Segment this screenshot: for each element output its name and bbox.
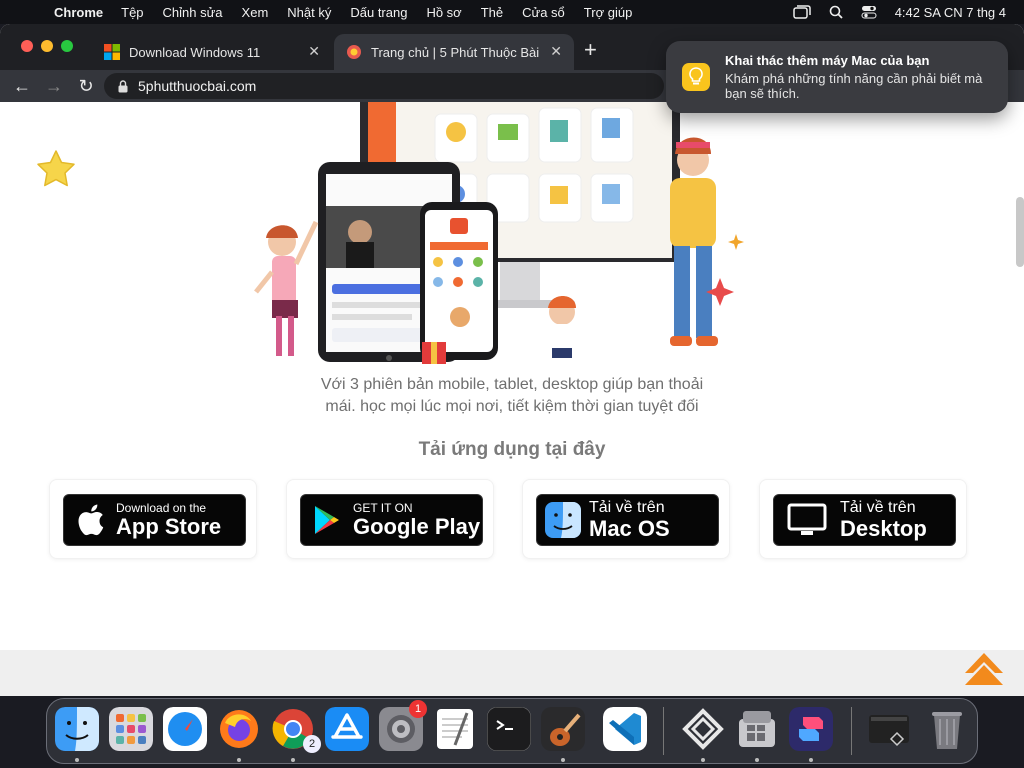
- windows-logo-icon: [104, 44, 120, 60]
- trash-icon[interactable]: [925, 707, 969, 751]
- safari-icon[interactable]: [163, 707, 207, 751]
- google-play-button[interactable]: GET IT ON Google Play: [300, 494, 483, 546]
- macos-menu-bar: Chrome Tệp Chỉnh sửa Xem Nhật ký Dấu tra…: [0, 0, 1024, 24]
- tab-title: Download Windows 11: [129, 44, 261, 60]
- spotlight-search-icon[interactable]: [829, 5, 843, 19]
- address-bar[interactable]: 5phutthuocbai.com: [104, 73, 664, 99]
- google-play-big-text: Google Play: [353, 513, 481, 539]
- running-indicator: [561, 758, 565, 762]
- web-page[interactable]: Với 3 phiên bản mobile, tablet, desktop …: [0, 102, 1024, 696]
- chrome-app[interactable]: 2: [271, 707, 321, 753]
- chrome-profile-badge: 2: [303, 735, 321, 753]
- close-window-button[interactable]: [21, 40, 33, 52]
- desktop-big-text: Desktop: [840, 516, 927, 541]
- mac-os-button[interactable]: Tải về trên Mac OS: [536, 494, 719, 546]
- download-heading: Tải ứng dụng tại đây: [418, 439, 606, 460]
- url-text: 5phutthuocbai.com: [138, 78, 257, 94]
- minimize-window-button[interactable]: [41, 40, 53, 52]
- menu-view[interactable]: Xem: [242, 5, 269, 20]
- system-settings-app[interactable]: 1: [379, 700, 427, 751]
- notification-body: Khám phá những tính năng cần phải biết m…: [725, 71, 983, 101]
- app-store-button[interactable]: Download on the App Store: [63, 494, 246, 546]
- window-controls: [21, 40, 73, 52]
- close-tab-icon[interactable]: ✕: [550, 43, 562, 60]
- star-decoration-icon: [37, 150, 75, 187]
- app-store-icon[interactable]: [325, 707, 369, 751]
- running-indicator: [755, 758, 759, 762]
- mac-os-small-text: Tải về trên: [589, 499, 665, 516]
- running-indicator: [809, 758, 813, 762]
- new-tab-button[interactable]: +: [584, 37, 597, 63]
- page-scrollbar[interactable]: [1016, 197, 1024, 267]
- tab-download-windows[interactable]: Download Windows 11 ✕: [92, 34, 332, 70]
- macos-notification[interactable]: Khai thác thêm máy Mac của bạn Khám phá …: [666, 41, 1008, 113]
- close-tab-icon[interactable]: ✕: [308, 43, 320, 60]
- running-indicator: [701, 758, 705, 762]
- lock-icon[interactable]: [118, 79, 128, 93]
- desktop-button[interactable]: Tải về trên Desktop: [773, 494, 956, 546]
- back-arrow-icon[interactable]: ←: [6, 76, 38, 97]
- monitor-icon: [774, 503, 840, 537]
- firefox-icon[interactable]: [217, 707, 261, 751]
- mac-os-big-text: Mac OS: [589, 516, 670, 541]
- hero-tagline: Với 3 phiên bản mobile, tablet, desktop …: [0, 374, 1024, 418]
- shortcuts-icon[interactable]: [789, 707, 833, 751]
- chrome-window: Download Windows 11 ✕ Trang chủ | 5 Phút…: [0, 24, 1024, 696]
- download-card-desktop: Tải về trên Desktop: [759, 479, 967, 559]
- dock-separator: [851, 707, 852, 755]
- boot-camp-icon[interactable]: [735, 707, 779, 751]
- tagline-line-1: Với 3 phiên bản mobile, tablet, desktop …: [320, 376, 704, 393]
- finder-icon: [537, 501, 589, 539]
- running-indicator: [75, 758, 79, 762]
- menu-bar-clock[interactable]: 4:42 SA CN 7 thg 4: [895, 5, 1006, 20]
- launchpad-icon[interactable]: [109, 707, 153, 751]
- menu-app-name[interactable]: Chrome: [54, 5, 103, 20]
- running-indicator: [291, 758, 295, 762]
- reload-icon[interactable]: ↻: [70, 76, 102, 97]
- vscode-icon[interactable]: [603, 707, 647, 751]
- app-store-small-text: Download on the: [116, 500, 207, 515]
- desktop-small-text: Tải về trên: [840, 499, 916, 516]
- control-center-icon[interactable]: [861, 5, 877, 19]
- page-footer-strip: [0, 650, 1024, 696]
- menu-history[interactable]: Nhật ký: [287, 5, 331, 20]
- menu-profiles[interactable]: Hồ sơ: [426, 5, 461, 20]
- forward-arrow-icon[interactable]: →: [38, 76, 70, 97]
- google-play-small-text: GET IT ON: [353, 500, 413, 515]
- tagline-line-2: mái. học mọi lúc mọi nơi, tiết kiệm thời…: [325, 398, 699, 415]
- textedit-icon[interactable]: [433, 707, 477, 751]
- running-indicator: [237, 758, 241, 762]
- parallels-icon[interactable]: [681, 707, 725, 751]
- maximize-window-button[interactable]: [61, 40, 73, 52]
- window-switch-icon[interactable]: [792, 5, 811, 19]
- menu-file[interactable]: Tệp: [121, 5, 143, 20]
- garageband-icon[interactable]: [541, 707, 585, 751]
- terminal-icon[interactable]: [487, 707, 531, 751]
- menu-window[interactable]: Cửa sổ: [522, 5, 565, 20]
- hero-illustration: [254, 102, 744, 364]
- download-card-google-play: GET IT ON Google Play: [286, 479, 494, 559]
- minimized-window-thumbnail[interactable]: [867, 707, 911, 751]
- macos-dock: 2 1: [46, 698, 978, 764]
- finder-icon[interactable]: [55, 707, 99, 751]
- menu-tab[interactable]: Thẻ: [481, 5, 503, 20]
- google-play-icon: [301, 505, 353, 535]
- download-card-app-store: Download on the App Store: [49, 479, 257, 559]
- tab-5phutthuocbai[interactable]: Trang chủ | 5 Phút Thuộc Bài ✕: [334, 34, 574, 70]
- dock-separator: [663, 707, 664, 755]
- lightbulb-icon: [682, 63, 710, 91]
- site-favicon-icon: [346, 44, 362, 60]
- notification-title: Khai thác thêm máy Mac của bạn: [725, 53, 930, 68]
- menu-help[interactable]: Trợ giúp: [584, 5, 633, 20]
- tab-title: Trang chủ | 5 Phút Thuộc Bài: [371, 44, 540, 60]
- notification-badge: 1: [409, 700, 427, 718]
- back-to-top-icon[interactable]: [963, 651, 1005, 685]
- download-card-mac-os: Tải về trên Mac OS: [522, 479, 730, 559]
- app-store-big-text: App Store: [116, 513, 222, 539]
- menu-bookmarks[interactable]: Dấu trang: [350, 5, 407, 20]
- menu-edit[interactable]: Chỉnh sửa: [163, 5, 223, 20]
- apple-icon: [64, 503, 116, 537]
